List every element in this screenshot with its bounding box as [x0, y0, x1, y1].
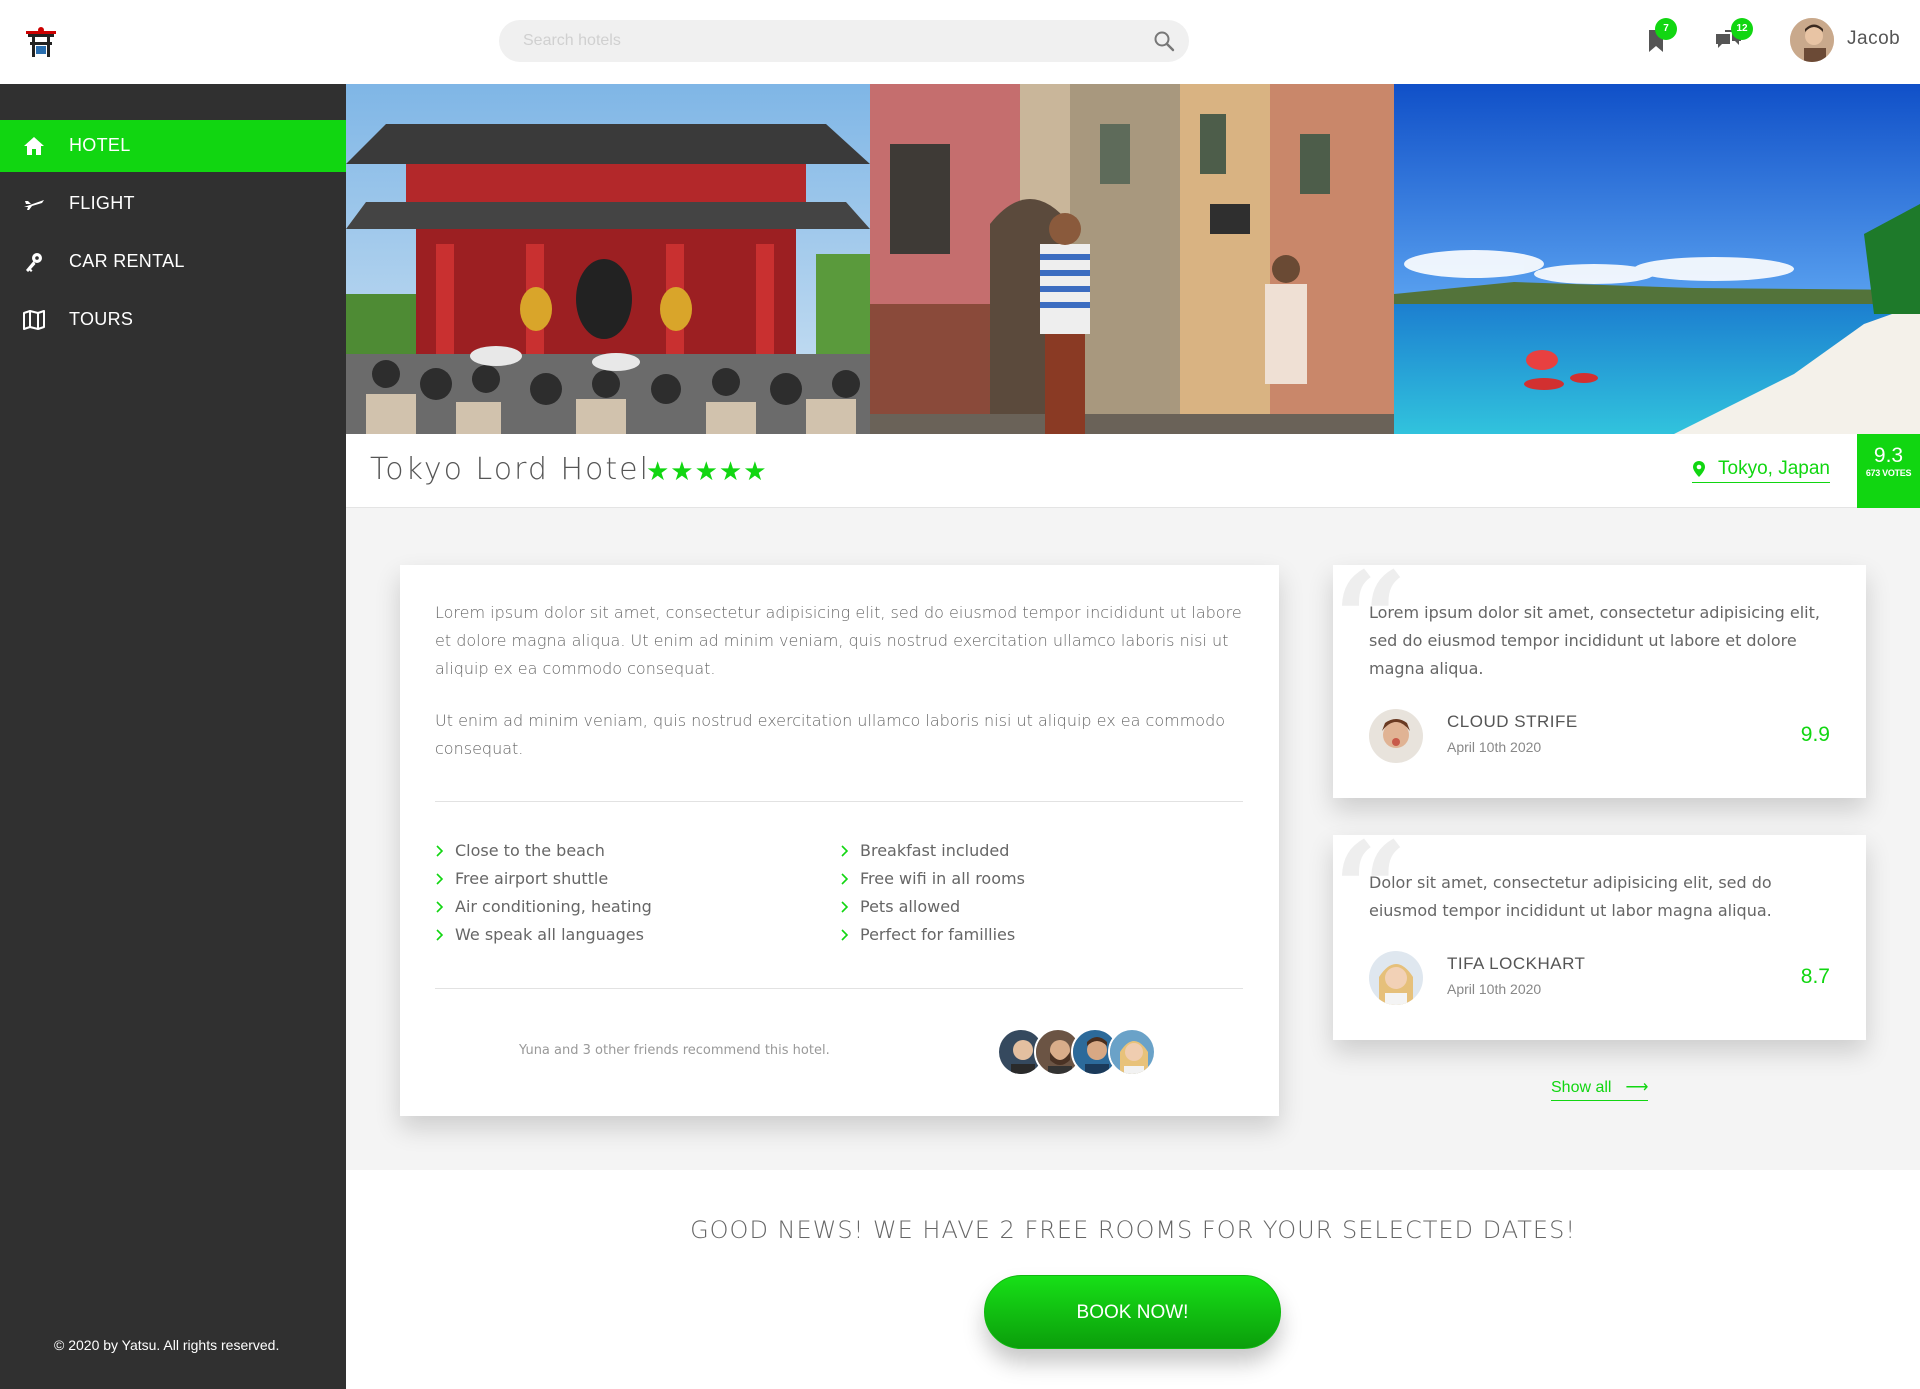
review-date: April 10th 2020 [1447, 739, 1542, 755]
search-input[interactable] [523, 20, 1123, 62]
location-link[interactable]: Tokyo, Japan [1692, 458, 1830, 483]
avatar[interactable] [1369, 951, 1423, 1005]
review-card: “ Dolor sit amet, consectetur adipisicin… [1333, 825, 1866, 1040]
description-paragraph: Ut enim ad minim veniam, quis nostrud ex… [435, 711, 1226, 758]
sidebar-item-car-rental[interactable]: CAR RENTAL [0, 236, 346, 288]
availability-message: GOOD NEWS! WE HAVE 2 FREE ROOMS FOR YOUR… [690, 1216, 1576, 1244]
gallery-photo-temple[interactable] [346, 84, 870, 434]
book-now-button[interactable]: BOOK NOW! [984, 1275, 1281, 1349]
chevron-right-icon [436, 845, 444, 857]
key-icon [22, 250, 46, 274]
location-label: Tokyo, Japan [1718, 458, 1830, 479]
plane-icon [22, 192, 46, 216]
hotel-name: Tokyo Lord Hotel [370, 452, 650, 487]
sidebar: HOTEL FLIGHT CAR RENTAL TOURS © 2020 by … [0, 84, 346, 1389]
chevron-right-icon [436, 929, 444, 941]
sidebar-item-label: FLIGHT [69, 193, 135, 213]
chevron-right-icon [841, 901, 849, 913]
arrow-right-icon: ⟶ [1625, 1079, 1649, 1096]
gallery-photo-street[interactable] [870, 84, 1394, 434]
search-icon[interactable] [1153, 30, 1175, 52]
home-icon [22, 134, 46, 158]
review-text: Lorem ipsum dolor sit amet, consectetur … [1369, 603, 1820, 678]
review-score: 9.9 [1800, 723, 1830, 746]
reviewer-name: TIFA LOCKHART [1447, 954, 1586, 973]
logo-icon[interactable] [24, 26, 58, 60]
copyright: © 2020 by Yatsu. All rights reserved. [54, 1337, 280, 1353]
sidebar-item-label: TOURS [69, 309, 134, 329]
user-name[interactable]: Jacob [1847, 28, 1900, 50]
bookmark-icon[interactable]: 7 [1643, 18, 1677, 56]
description-paragraph: Lorem ipsum dolor sit amet, consectetur … [435, 603, 1242, 678]
map-icon [22, 308, 46, 332]
search-bar [499, 20, 1189, 62]
map-pin-icon [1692, 460, 1706, 478]
score-value: 9.3 [1873, 444, 1904, 467]
chevron-right-icon [436, 873, 444, 885]
availability-section: GOOD NEWS! WE HAVE 2 FREE ROOMS FOR YOUR… [346, 1170, 1920, 1389]
avatar[interactable] [1790, 18, 1834, 62]
messages-icon[interactable]: 12 [1713, 18, 1753, 56]
review-date: April 10th 2020 [1447, 981, 1542, 997]
chevron-right-icon [841, 845, 849, 857]
sidebar-item-label: HOTEL [69, 135, 131, 155]
friend-avatar[interactable] [1108, 1028, 1156, 1076]
friends-recommend-text: Yuna and 3 other friends recommend this … [519, 1043, 830, 1058]
sidebar-item-flight[interactable]: FLIGHT [0, 178, 346, 230]
show-all-label: Show all [1551, 1079, 1612, 1096]
messages-badge: 12 [1731, 18, 1753, 40]
show-all-link[interactable]: Show all ⟶ [1551, 1077, 1649, 1101]
chevron-right-icon [841, 929, 849, 941]
hotel-title-bar: Tokyo Lord Hotel ★★★★★ Tokyo, Japan 9.3 … [346, 434, 1920, 508]
avatar[interactable] [1369, 709, 1423, 763]
chevron-right-icon [436, 901, 444, 913]
top-bar: 7 12 Jacob [0, 0, 1920, 84]
photo-gallery [346, 84, 1920, 434]
sidebar-item-label: CAR RENTAL [69, 251, 185, 271]
bookmarks-badge: 7 [1655, 18, 1677, 40]
votes-count: 673 VOTES [1865, 468, 1912, 478]
review-card: “ Lorem ipsum dolor sit amet, consectetu… [1333, 555, 1866, 798]
review-text: Dolor sit amet, consectetur adipisicing … [1369, 873, 1772, 920]
gallery-photo-beach[interactable] [1394, 84, 1920, 434]
divider [435, 801, 1243, 802]
star-rating: ★★★★★ [646, 456, 768, 486]
score-badge: 9.3 673 VOTES [1857, 434, 1920, 508]
sidebar-item-tours[interactable]: TOURS [0, 294, 346, 346]
reviewer-name: CLOUD STRIFE [1447, 712, 1578, 731]
description-card: Lorem ipsum dolor sit amet, consectetur … [400, 565, 1279, 1116]
chevron-right-icon [841, 873, 849, 885]
sidebar-item-hotel[interactable]: HOTEL [0, 120, 346, 172]
review-score: 8.7 [1800, 965, 1830, 988]
divider [435, 988, 1243, 989]
